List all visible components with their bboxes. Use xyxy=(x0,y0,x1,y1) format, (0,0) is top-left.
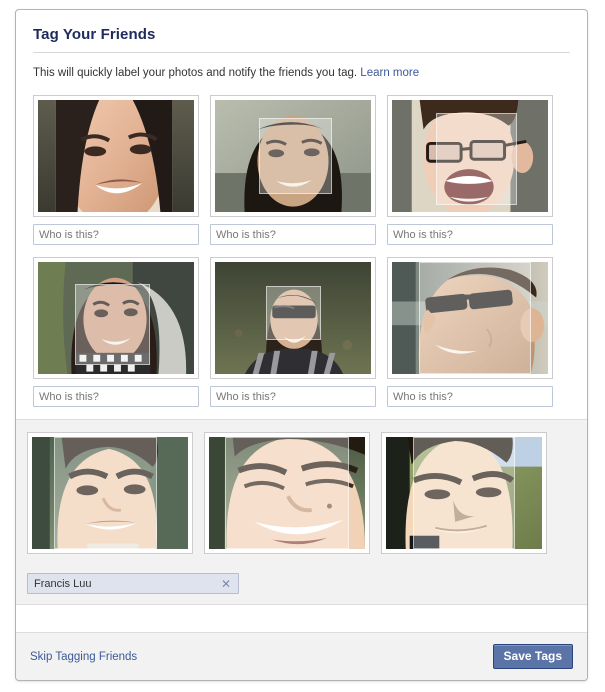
face-detection-box[interactable] xyxy=(418,262,531,374)
face-detection-box[interactable] xyxy=(266,285,322,341)
dialog-subtitle: This will quickly label your photos and … xyxy=(33,66,570,80)
thumbnail-inner xyxy=(215,262,371,374)
face-row-1 xyxy=(33,95,570,245)
face-detection-box[interactable] xyxy=(224,437,350,549)
learn-more-link[interactable]: Learn more xyxy=(360,67,419,79)
thumbnail-inner xyxy=(215,100,371,212)
group-name-field-wrap: Francis Luu ✕ xyxy=(27,573,576,594)
title-divider xyxy=(33,52,570,53)
face-detection-box[interactable] xyxy=(258,117,332,195)
face-cell xyxy=(387,257,553,407)
face-cell xyxy=(381,432,547,554)
face-cell xyxy=(210,95,376,245)
who-is-this-input[interactable] xyxy=(387,224,553,245)
photo-thumbnail[interactable] xyxy=(381,432,547,554)
photo-thumbnail[interactable] xyxy=(387,257,553,379)
face-row-2 xyxy=(33,257,570,407)
thumbnail-inner xyxy=(209,437,365,549)
page-title: Tag Your Friends xyxy=(33,26,156,43)
photo-thumbnail[interactable] xyxy=(204,432,370,554)
photo-thumbnail[interactable] xyxy=(33,257,199,379)
photo-thumbnail[interactable] xyxy=(27,432,193,554)
thumbnail-inner xyxy=(38,100,194,212)
tagged-name-label: Francis Luu xyxy=(34,577,92,590)
face-cell xyxy=(27,432,193,554)
thumbnail-inner xyxy=(386,437,542,549)
photo-thumbnail[interactable] xyxy=(33,95,199,217)
photo-thumbnail[interactable] xyxy=(210,257,376,379)
face-cell xyxy=(387,95,553,245)
who-is-this-input[interactable] xyxy=(387,386,553,407)
photo-woman-smiling-closeup xyxy=(38,100,194,212)
face-detection-box[interactable] xyxy=(53,437,157,549)
thumbnail-inner xyxy=(392,100,548,212)
who-is-this-input[interactable] xyxy=(210,224,376,245)
face-cell xyxy=(33,95,199,245)
grouped-face-row: Francis Luu ✕ xyxy=(16,419,587,605)
subtitle-text: This will quickly label your photos and … xyxy=(33,67,358,79)
save-tags-button[interactable]: Save Tags xyxy=(492,644,573,669)
who-is-this-input[interactable] xyxy=(33,224,199,245)
photo-thumbnail[interactable] xyxy=(387,95,553,217)
face-detection-box[interactable] xyxy=(75,284,151,366)
thumbnail-inner xyxy=(32,437,188,549)
face-cell xyxy=(33,257,199,407)
group-name-token-field[interactable]: Francis Luu ✕ xyxy=(27,573,239,594)
close-icon[interactable]: ✕ xyxy=(218,578,238,590)
face-detection-box[interactable] xyxy=(412,437,516,549)
skip-tagging-link[interactable]: Skip Tagging Friends xyxy=(30,651,137,663)
dialog-body: Tag Your Friends This will quickly label… xyxy=(16,10,587,605)
face-detection-box[interactable] xyxy=(435,113,517,206)
face-cell xyxy=(204,432,370,554)
thumbnail-inner xyxy=(38,262,194,374)
thumbnail-inner xyxy=(392,262,548,374)
who-is-this-input[interactable] xyxy=(210,386,376,407)
who-is-this-input[interactable] xyxy=(33,386,199,407)
face-cell xyxy=(210,257,376,407)
dialog-footer: Skip Tagging Friends Save Tags xyxy=(16,632,587,680)
tag-friends-dialog: Tag Your Friends This will quickly label… xyxy=(15,9,588,681)
photo-thumbnail[interactable] xyxy=(210,95,376,217)
